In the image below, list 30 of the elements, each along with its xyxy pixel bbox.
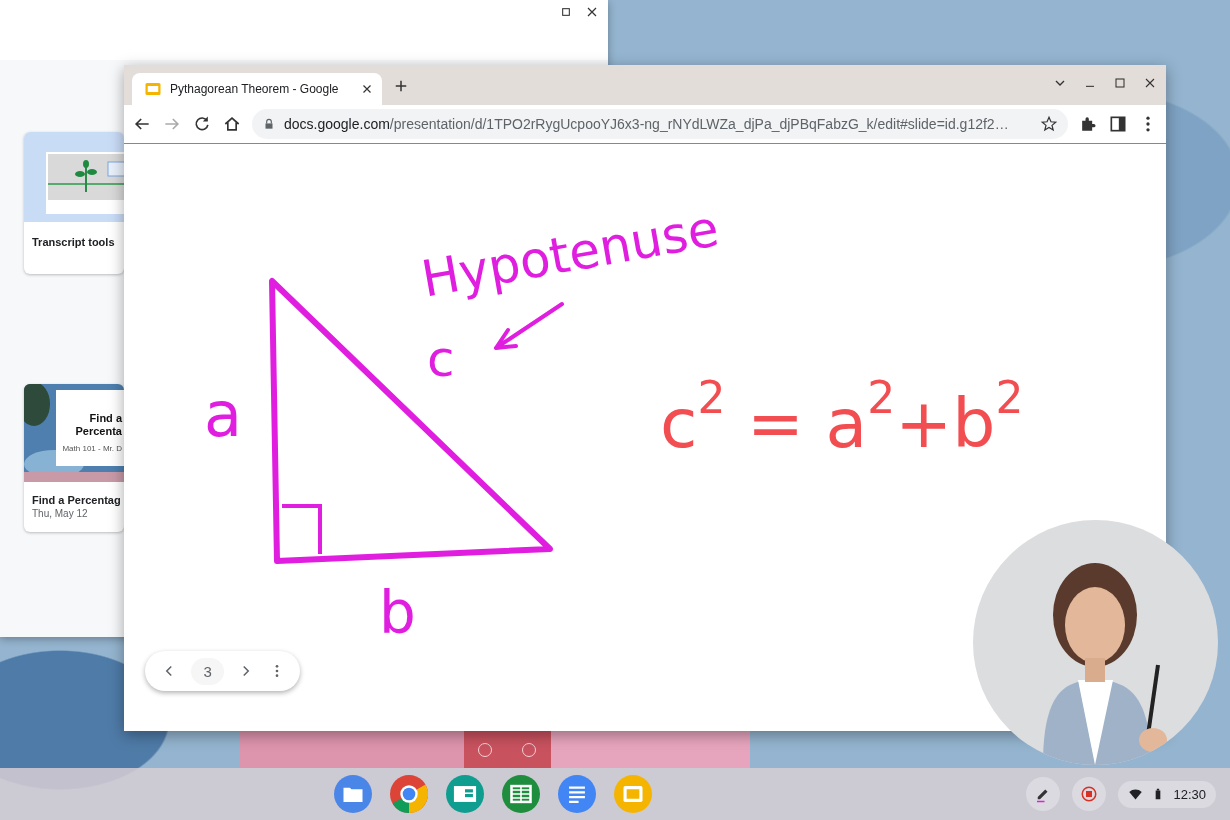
browser-tab[interactable]: Pythagorean Theorem - Google bbox=[132, 73, 382, 105]
star-icon[interactable] bbox=[1040, 115, 1058, 133]
page-number[interactable]: 3 bbox=[191, 657, 224, 685]
files-icon[interactable] bbox=[334, 775, 372, 813]
thumbnail-title: Find a Percenta bbox=[74, 412, 122, 438]
document-icon[interactable] bbox=[558, 775, 596, 813]
record-icon bbox=[1080, 785, 1099, 803]
side-panel-icon[interactable] bbox=[1108, 114, 1128, 134]
document-card[interactable]: Transcript tools bbox=[24, 132, 124, 274]
card-title: Transcript tools bbox=[31, 236, 116, 248]
classroom-icon[interactable] bbox=[446, 775, 484, 813]
handwritten-label: b bbox=[379, 584, 416, 642]
url-text: docs.google.com/presentation/d/1TPO2rRygUcpooYJ6x3-ng_rNYdLWZa_djPa_djPBqFabzG_k/edit#slide=id.g12f2… bbox=[284, 116, 1010, 132]
clock-time: 12:30 bbox=[1173, 786, 1206, 802]
handwritten-label: a bbox=[204, 384, 242, 446]
slides-icon bbox=[144, 80, 162, 98]
document-card[interactable]: Find a Percenta Math 101 - Mr. D Find a Percentag Thu, May 12 bbox=[24, 384, 124, 532]
thumbnail-subtitle: Math 101 - Mr. D bbox=[62, 444, 122, 453]
pen-button[interactable] bbox=[1026, 777, 1061, 811]
handwritten-equation: c$^{2}$ = a$^{2}$+b$^{2}$ bbox=[660, 376, 1024, 458]
status-tray[interactable]: 12:30 bbox=[1118, 780, 1216, 808]
record-button[interactable] bbox=[1072, 777, 1107, 811]
card-title: Find a Percentag bbox=[31, 494, 122, 506]
handwritten-label: Hypotenuse bbox=[417, 203, 723, 305]
address-bar[interactable]: docs.google.com/presentation/d/1TPO2rRygUcpooYJ6x3-ng_rNYdLWZa_djPa_djPBqFabzG_k/edit#slide=id.g12f2… bbox=[252, 109, 1068, 139]
handwritten-label: c bbox=[427, 334, 455, 384]
card-date: Thu, May 12 bbox=[31, 507, 89, 519]
spreadsheet-icon[interactable] bbox=[502, 775, 540, 813]
home-icon[interactable] bbox=[222, 114, 242, 134]
browser-icon[interactable] bbox=[390, 775, 428, 813]
